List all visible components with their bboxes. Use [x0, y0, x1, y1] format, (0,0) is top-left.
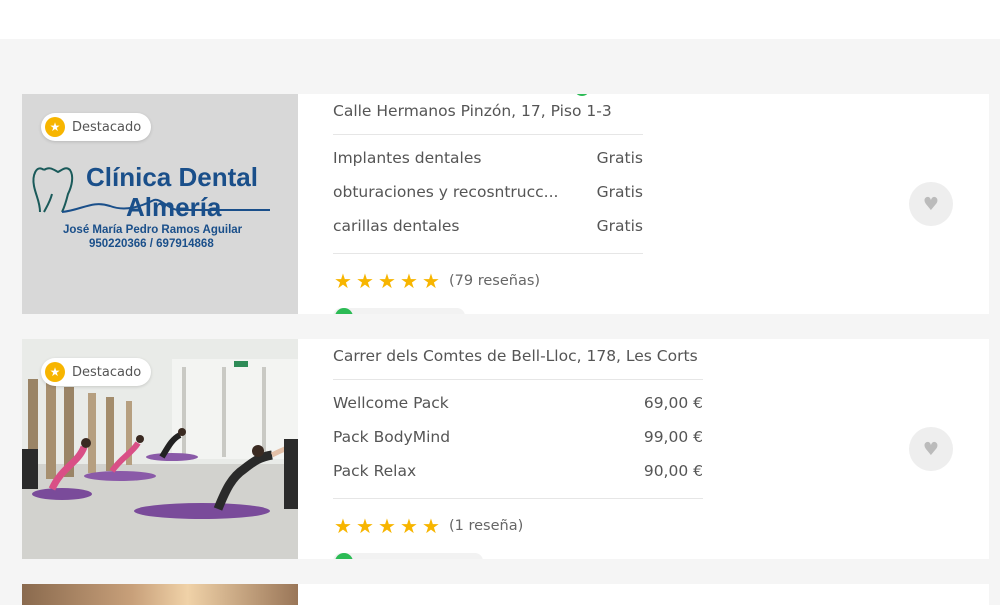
- service-name: obturaciones y recosntrucc...: [333, 183, 559, 201]
- review-count[interactable]: (1 reseña): [449, 518, 523, 534]
- service-row[interactable]: carillas dentales Gratis: [333, 217, 643, 235]
- service-price: 90,00 €: [643, 462, 703, 480]
- rating: ★ ★ ★ ★ ★ (1 reseña): [333, 516, 523, 536]
- listing-body: Calle Hermanos Pinzón, 17, Piso 1-3 Impl…: [333, 94, 643, 314]
- logo-doctor: José María Pedro Ramos Aguilar: [63, 224, 243, 236]
- listing-body: Carrer dels Comtes de Bell-Lloc, 178, Le…: [333, 339, 703, 559]
- star-icon: ★: [356, 269, 374, 293]
- service-name: Wellcome Pack: [333, 394, 449, 412]
- service-price: 69,00 €: [643, 394, 703, 412]
- heart-icon: ♥: [922, 438, 940, 460]
- divider: [333, 379, 703, 380]
- service-price: Gratis: [596, 183, 643, 201]
- service-price: Gratis: [596, 217, 643, 235]
- service-price: 99,00 €: [643, 428, 703, 446]
- favorite-button[interactable]: ♥: [909, 427, 953, 471]
- favorite-button[interactable]: ♥: [909, 182, 953, 226]
- badge-label: Destacado: [72, 364, 142, 380]
- service-row[interactable]: obturaciones y recosntrucc... Gratis: [333, 183, 643, 201]
- star-icon: ★: [45, 117, 65, 137]
- service-row[interactable]: Pack Relax 90,00 €: [333, 462, 703, 480]
- service-name: Implantes dentales: [333, 149, 482, 167]
- top-bar: [0, 0, 1000, 39]
- listing-card[interactable]: [22, 584, 989, 605]
- service-price: Gratis: [596, 149, 643, 167]
- star-icon: ★: [400, 269, 418, 293]
- service-row[interactable]: Pack BodyMind 99,00 €: [333, 428, 703, 446]
- logo-title-line1: Clínica Dental: [86, 162, 258, 192]
- star-icon: ★: [334, 514, 352, 538]
- status-dot: [574, 94, 590, 96]
- divider: [333, 498, 703, 499]
- logo-phones: 950220366 / 697914868: [89, 238, 214, 250]
- divider: [333, 134, 643, 135]
- service-name: Pack BodyMind: [333, 428, 451, 446]
- star-icon: ★: [400, 514, 418, 538]
- star-icon: ★: [378, 269, 396, 293]
- star-icon: ★: [422, 514, 440, 538]
- availability-pill: [333, 553, 483, 559]
- listing-card[interactable]: ★ Destacado Carrer dels Comtes de Bell-L…: [22, 339, 989, 559]
- listing-address: Calle Hermanos Pinzón, 17, Piso 1-3: [333, 102, 612, 120]
- listing-address: Carrer dels Comtes de Bell-Lloc, 178, Le…: [333, 347, 698, 365]
- availability-pill: [333, 308, 465, 314]
- service-name: Pack Relax: [333, 462, 417, 480]
- service-row[interactable]: Wellcome Pack 69,00 €: [333, 394, 703, 412]
- listing-image[interactable]: [22, 584, 298, 605]
- star-icon: ★: [45, 362, 65, 382]
- rating: ★ ★ ★ ★ ★ (79 reseñas): [333, 271, 540, 291]
- heart-icon: ♥: [922, 193, 940, 215]
- badge-label: Destacado: [72, 119, 142, 135]
- featured-badge: ★ Destacado: [41, 113, 152, 141]
- star-icon: ★: [334, 269, 352, 293]
- divider: [333, 253, 643, 254]
- star-icon: ★: [378, 514, 396, 538]
- service-row[interactable]: Implantes dentales Gratis: [333, 149, 643, 167]
- review-count[interactable]: (79 reseñas): [449, 273, 540, 289]
- star-icon: ★: [356, 514, 374, 538]
- featured-badge: ★ Destacado: [41, 358, 152, 386]
- star-icon: ★: [422, 269, 440, 293]
- logo-title-line2: Almería: [126, 192, 222, 222]
- listing-card[interactable]: Clínica Dental Almería José María Pedro …: [22, 94, 989, 314]
- service-name: carillas dentales: [333, 217, 460, 235]
